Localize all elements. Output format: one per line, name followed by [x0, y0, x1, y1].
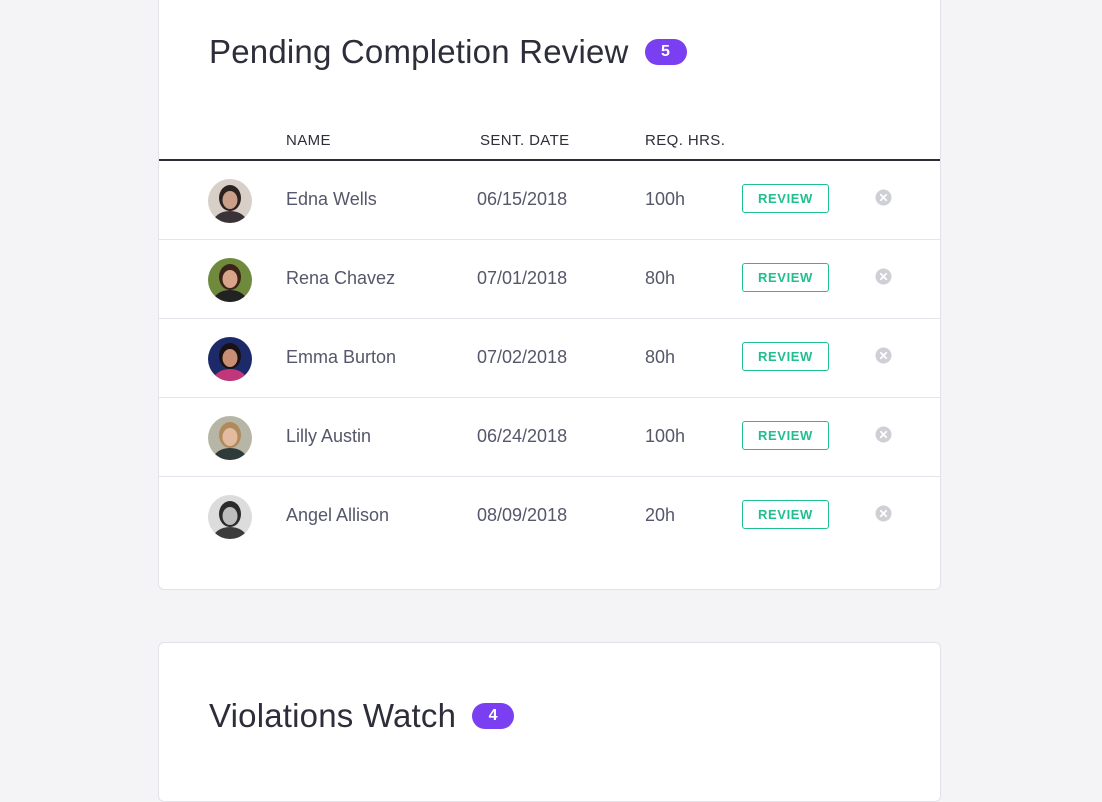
column-header-sent-date: SENT. DATE	[480, 132, 570, 149]
review-button[interactable]: REVIEW	[742, 184, 829, 213]
violations-watch-title-text: Violations Watch	[209, 697, 457, 734]
review-button[interactable]: REVIEW	[742, 421, 829, 450]
row-name: Emma Burton	[286, 347, 397, 367]
row-req-hrs: 80h	[645, 347, 676, 367]
avatar	[208, 416, 252, 460]
violations-count-badge: 4	[472, 703, 515, 729]
close-circle-icon[interactable]	[875, 505, 892, 522]
avatar	[208, 495, 252, 539]
review-button[interactable]: REVIEW	[742, 263, 829, 292]
row-name: Angel Allison	[286, 505, 390, 525]
table-row: Lilly Austin 06/24/2018 100h REVIEW	[159, 398, 940, 477]
row-req-hrs: 20h	[645, 505, 676, 525]
pending-table-body: Edna Wells 06/15/2018 100h REVIEW Rena Chave…	[159, 161, 940, 556]
review-button[interactable]: REVIEW	[742, 500, 829, 529]
pending-completion-review-card: Pending Completion Review 5 NAME SENT. D…	[158, 0, 941, 590]
row-sent-date: 06/24/2018	[477, 426, 568, 446]
pending-table-header: NAME SENT. DATE REQ. HRS.	[159, 130, 940, 161]
row-sent-date: 08/09/2018	[477, 505, 568, 525]
pending-review-count-badge: 5	[644, 39, 687, 65]
table-row: Emma Burton 07/02/2018 80h REVIEW	[159, 319, 940, 398]
row-req-hrs: 80h	[645, 268, 676, 288]
violations-watch-title: Violations Watch 4	[209, 697, 515, 735]
table-row: Rena Chavez 07/01/2018 80h REVIEW	[159, 240, 940, 319]
close-circle-icon[interactable]	[875, 426, 892, 443]
row-req-hrs: 100h	[645, 426, 686, 446]
column-header-req-hrs: REQ. HRS.	[645, 132, 726, 149]
close-circle-icon[interactable]	[875, 347, 892, 364]
column-header-name: NAME	[286, 132, 331, 149]
row-sent-date: 06/15/2018	[477, 189, 568, 209]
row-name: Rena Chavez	[286, 268, 396, 288]
close-circle-icon[interactable]	[875, 268, 892, 285]
avatar	[208, 179, 252, 223]
row-name: Edna Wells	[286, 189, 377, 209]
table-row: Edna Wells 06/15/2018 100h REVIEW	[159, 161, 940, 240]
row-sent-date: 07/01/2018	[477, 268, 568, 288]
close-circle-icon[interactable]	[875, 189, 892, 206]
avatar	[208, 258, 252, 302]
review-button[interactable]: REVIEW	[742, 342, 829, 371]
row-req-hrs: 100h	[645, 189, 686, 209]
avatar	[208, 337, 252, 381]
table-row: Angel Allison 08/09/2018 20h REVIEW	[159, 477, 940, 556]
row-sent-date: 07/02/2018	[477, 347, 568, 367]
pending-review-title: Pending Completion Review 5	[209, 33, 687, 71]
row-name: Lilly Austin	[286, 426, 372, 446]
violations-watch-card: Violations Watch 4	[158, 642, 941, 802]
pending-review-title-text: Pending Completion Review	[209, 33, 629, 70]
